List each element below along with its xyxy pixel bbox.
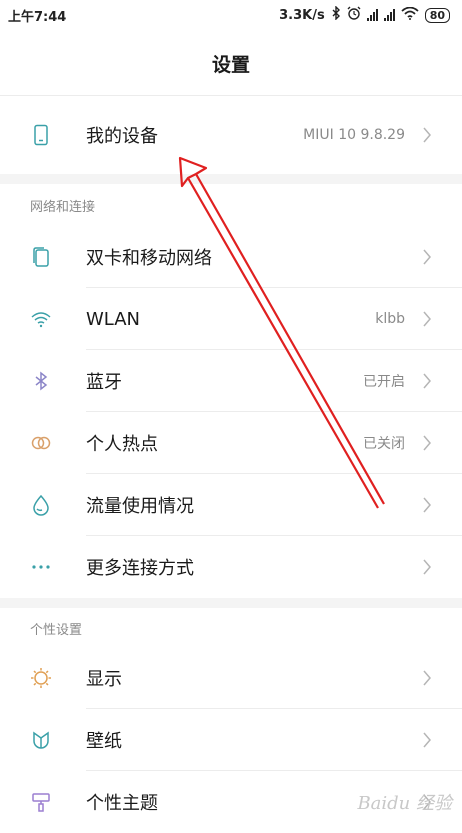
annotation-arrow xyxy=(178,156,385,509)
watermark-logo: Baidu 经验 xyxy=(357,793,452,814)
